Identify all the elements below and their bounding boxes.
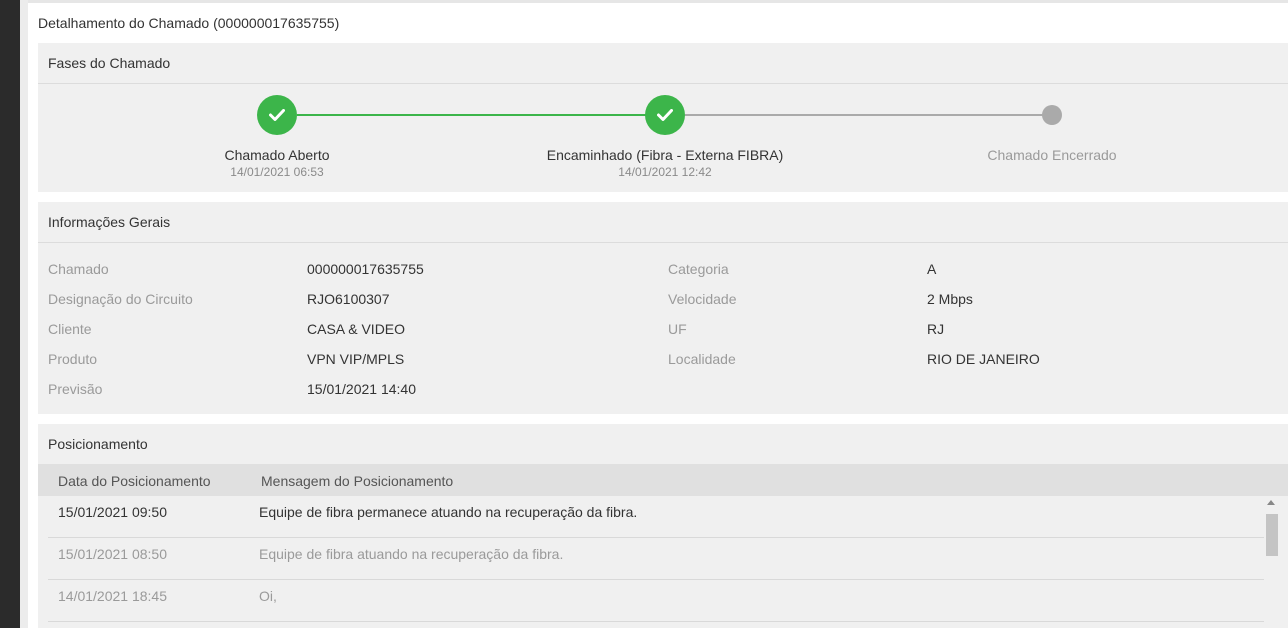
check-icon (657, 109, 673, 121)
scroll-thumb[interactable] (1266, 514, 1278, 556)
row-date: 15/01/2021 09:50 (58, 504, 167, 520)
table-header: Data do Posicionamento Mensagem do Posic… (38, 464, 1288, 496)
field-label-previsao: Previsão (48, 381, 103, 397)
phase-label: Chamado Aberto (224, 147, 330, 163)
phase-date: 14/01/2021 06:53 (230, 165, 324, 179)
phases-panel: Fases do Chamado Chamado Aberto 14/01/20… (38, 43, 1288, 192)
field-value-cliente: CASA & VIDEO (307, 321, 406, 337)
row-date: 15/01/2021 08:50 (58, 546, 167, 562)
scroll-up-icon[interactable] (1267, 500, 1275, 505)
phase-node-aberto (257, 95, 297, 135)
field-label-categoria: Categoria (668, 261, 729, 277)
left-sidebar-edge (0, 0, 20, 628)
row-message: Equipe de fibra permanece atuando na rec… (259, 504, 638, 520)
field-label-chamado: Chamado (48, 261, 109, 277)
general-info-panel: Informações Gerais Chamado 0000000176357… (38, 202, 1288, 414)
row-message: Oi, (259, 588, 277, 604)
field-value-produto: VPN VIP/MPLS (307, 351, 405, 367)
page-title: Detalhamento do Chamado (000000017635755… (38, 15, 340, 31)
column-header-message[interactable]: Mensagem do Posicionamento (261, 473, 453, 489)
field-value-previsao: 15/01/2021 14:40 (307, 381, 416, 397)
table-row[interactable]: 14/01/2021 18:45 Oi, (48, 580, 1264, 622)
field-label-velocidade: Velocidade (668, 291, 737, 307)
column-header-date[interactable]: Data do Posicionamento (58, 473, 211, 489)
field-value-categoria: A (927, 261, 937, 277)
field-label-uf: UF (668, 321, 687, 337)
row-message: Equipe de fibra atuando na recuperação d… (259, 546, 564, 562)
phase-track-done (297, 114, 665, 116)
field-label-localidade: Localidade (668, 351, 736, 367)
field-value-localidade: RIO DE JANEIRO (927, 351, 1040, 367)
table-scrollbar[interactable] (1264, 498, 1278, 628)
check-icon (269, 109, 285, 121)
phase-label: Encaminhado (Fibra - Externa FIBRA) (546, 147, 784, 163)
field-value-chamado: 000000017635755 (307, 261, 424, 277)
phase-track-pending (685, 114, 1051, 116)
field-label-designacao: Designação do Circuito (48, 291, 193, 307)
phase-node-encaminhado (645, 95, 685, 135)
field-value-uf: RJ (927, 321, 945, 337)
field-label-produto: Produto (48, 351, 98, 367)
phase-date: 14/01/2021 12:42 (618, 165, 712, 179)
table-row[interactable]: 15/01/2021 09:50 Equipe de fibra permane… (48, 496, 1264, 538)
field-value-velocidade: 2 Mbps (927, 291, 973, 307)
phases-panel-header: Fases do Chamado (38, 43, 1288, 84)
phase-label: Chamado Encerrado (987, 147, 1117, 163)
general-info-header: Informações Gerais (38, 202, 1288, 243)
top-divider (28, 0, 1288, 3)
phase-node-encerrado (1042, 105, 1062, 125)
field-label-cliente: Cliente (48, 321, 92, 337)
main-content: Detalhamento do Chamado (000000017635755… (28, 0, 1288, 628)
table-row[interactable]: 15/01/2021 08:50 Equipe de fibra atuando… (48, 538, 1264, 580)
row-date: 14/01/2021 18:45 (58, 588, 167, 604)
left-gutter (20, 0, 28, 628)
field-value-designacao: RJO6100307 (307, 291, 390, 307)
positioning-header: Posicionamento (48, 436, 148, 452)
positioning-panel: Posicionamento Data do Posicionamento Me… (38, 424, 1288, 628)
